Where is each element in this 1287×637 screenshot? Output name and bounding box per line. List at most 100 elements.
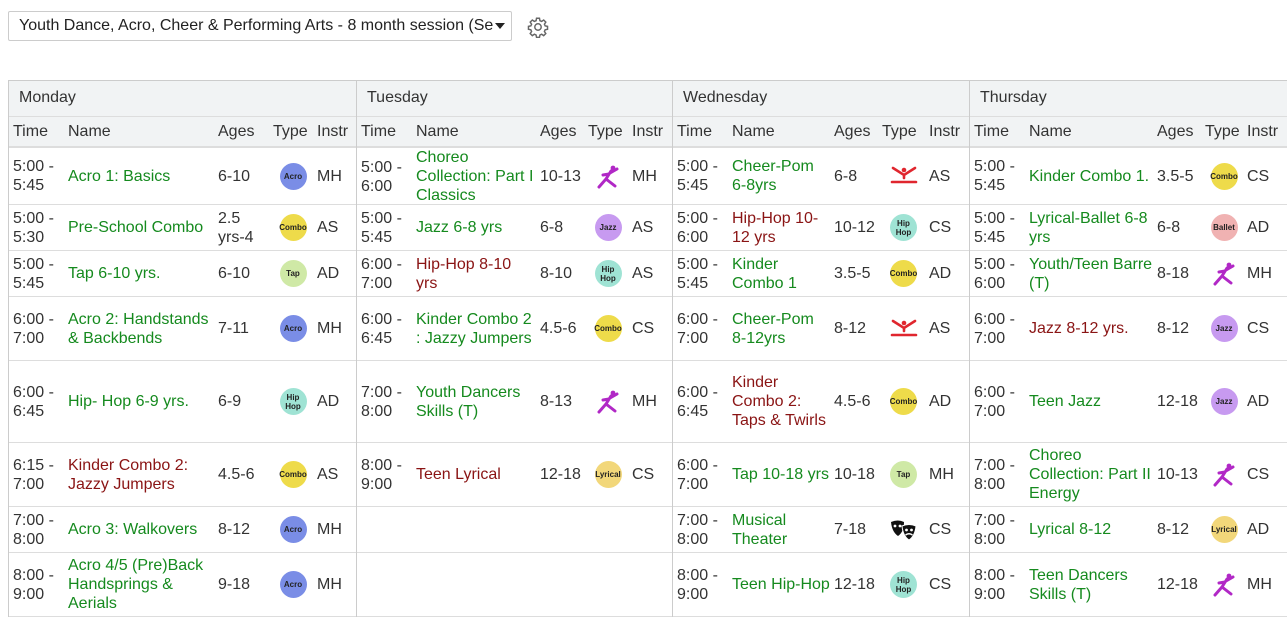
class-instructor: CS [929, 521, 952, 538]
class-ages: 7-18 [834, 521, 867, 538]
class-time: 5:00 - 5:45 [13, 255, 54, 292]
type-badge-combo: Combo [594, 315, 622, 342]
class-name-link[interactable]: Youth Dancers Skills (T) [412, 383, 536, 421]
class-ages: 10-18 [834, 466, 875, 483]
class-name-link[interactable]: Hip-Hop 10-12 yrs [728, 209, 830, 247]
class-ages: 12-18 [1157, 576, 1198, 593]
day-header: Tuesday [357, 80, 672, 116]
class-time: 5:00 - 5:45 [677, 158, 718, 194]
class-name-link[interactable]: Choreo Collection: Part II Energy [1025, 446, 1153, 503]
gear-icon[interactable] [527, 16, 549, 38]
col-name[interactable]: Name [728, 117, 830, 147]
table-row: 6:00 - 7:00 Jazz 8-12 yrs. 8-12 Jazz CS [970, 297, 1287, 361]
class-name-link[interactable]: Hip- Hop 6-9 yrs. [64, 392, 214, 411]
col-type[interactable]: Type [1201, 117, 1243, 147]
type-badge-hiphop: Hip Hop [890, 214, 917, 241]
table-row: 5:00 - 5:45 Acro 1: Basics 6-10 Acro MH [9, 148, 356, 205]
col-instr[interactable]: Instr [313, 117, 356, 147]
class-ages: 10-13 [1157, 466, 1198, 483]
class-name-link[interactable]: Musical Theater [728, 511, 830, 549]
col-time[interactable]: Time [357, 117, 412, 147]
col-type[interactable]: Type [878, 117, 925, 147]
class-name-link[interactable]: Lyrical 8-12 [1025, 520, 1153, 539]
class-name-link[interactable]: Jazz 6-8 yrs [412, 218, 536, 237]
class-name-link[interactable]: Tap 6-10 yrs. [64, 264, 214, 283]
col-ages[interactable]: Ages [1153, 117, 1201, 147]
class-name-link[interactable]: Acro 4/5 (Pre)Back Handsprings & Aerials [64, 556, 214, 613]
col-instr[interactable]: Instr [925, 117, 969, 147]
class-time: 6:00 - 7:00 [974, 310, 1015, 347]
class-name-link[interactable]: Kinder Combo 1 [728, 255, 830, 293]
column-header-row: Time Name Ages Type Instr [357, 116, 672, 148]
col-name[interactable]: Name [1025, 117, 1153, 147]
col-ages[interactable]: Ages [830, 117, 878, 147]
class-name-link[interactable]: Tap 10-18 yrs [728, 465, 830, 484]
class-instructor: MH [929, 466, 954, 483]
col-time[interactable]: Time [9, 117, 64, 147]
class-time: 7:00 - 8:00 [974, 511, 1015, 548]
type-badge-ballet: Ballet [1210, 214, 1238, 241]
col-time[interactable]: Time [673, 117, 728, 147]
class-time: 5:00 - 6:00 [361, 158, 402, 195]
class-name-link[interactable]: Kinder Combo 2: Jazzy Jumpers [64, 456, 214, 494]
class-time: 6:00 - 6:45 [13, 383, 54, 420]
table-row: 6:15 - 7:00 Kinder Combo 2: Jazzy Jumpers… [9, 443, 356, 507]
class-name-link[interactable]: Acro 2: Handstands & Backbends [64, 310, 214, 348]
class-name-link[interactable]: Kinder Combo 2 : Jazzy Jumpers [412, 310, 536, 348]
class-name-link[interactable]: Teen Hip-Hop [728, 575, 830, 594]
class-instructor: CS [632, 466, 655, 483]
class-time: 7:00 - 8:00 [974, 456, 1015, 493]
class-name-link[interactable]: Lyrical-Ballet 6-8 yrs [1025, 209, 1153, 247]
type-badge-combo: Combo [279, 461, 307, 488]
class-instructor: AD [929, 265, 952, 282]
class-instructor: AS [632, 219, 654, 236]
class-name-link[interactable]: Teen Lyrical [412, 465, 536, 484]
class-name-link[interactable]: Cheer-Pom 6-8yrs [728, 157, 830, 195]
class-instructor: AS [317, 219, 339, 236]
class-type: Lyrical [1201, 516, 1243, 543]
col-ages[interactable]: Ages [536, 117, 584, 147]
class-name-link[interactable]: Acro 3: Walkovers [64, 520, 214, 539]
col-ages[interactable]: Ages [214, 117, 269, 147]
class-name-link[interactable]: Teen Jazz [1025, 392, 1153, 411]
col-name[interactable]: Name [64, 117, 214, 147]
class-ages: 4.5-6 [218, 466, 255, 483]
col-time[interactable]: Time [970, 117, 1025, 147]
class-time: 5:00 - 6:00 [974, 255, 1015, 292]
class-type [878, 165, 925, 187]
type-badge-tap: Tap [890, 461, 917, 488]
col-instr[interactable]: Instr [1243, 117, 1287, 147]
class-type [584, 163, 628, 191]
col-type[interactable]: Type [269, 117, 313, 147]
schedule-table: Monday Time Name Ages Type Instr 5:00 - 5:45 Ac… [8, 80, 1287, 617]
day-column-wednesday: Wednesday Time Name Ages Type Instr 5:00 - 5:4… [672, 80, 969, 617]
class-type: Tap [269, 260, 313, 287]
class-name-link[interactable]: Choreo Collection: Part I Classics [412, 148, 536, 205]
class-instructor: AS [632, 265, 654, 282]
class-name-link[interactable]: Youth/Teen Barre (T) [1025, 255, 1153, 293]
class-name-link[interactable]: Pre-School Combo [64, 218, 214, 237]
class-type: Ballet [1201, 214, 1243, 241]
table-row: 5:00 - 5:30 Pre-School Combo 2.5 yrs-4 Comb… [9, 205, 356, 251]
type-badge-hiphop: Hip Hop [890, 571, 917, 598]
class-name-link[interactable]: Jazz 8-12 yrs. [1025, 319, 1153, 338]
class-type: Lyrical [584, 461, 628, 488]
class-time: 6:00 - 7:00 [361, 255, 402, 292]
class-name-link[interactable]: Kinder Combo 1. [1025, 167, 1153, 186]
col-instr[interactable]: Instr [628, 117, 672, 147]
class-ages: 7-11 [218, 320, 249, 337]
col-name[interactable]: Name [412, 117, 536, 147]
class-ages: 12-18 [834, 576, 875, 593]
class-ages: 8-12 [1157, 521, 1190, 538]
session-select[interactable]: Youth Dance, Acro, Cheer & Performing Ar… [8, 11, 512, 41]
class-name-link[interactable]: Acro 1: Basics [64, 167, 214, 186]
type-badge-hiphop: Hip Hop [594, 260, 622, 287]
class-name-link[interactable]: Hip-Hop 8-10 yrs [412, 255, 536, 293]
class-time: 6:00 - 7:00 [677, 456, 718, 493]
dancer-icon [597, 390, 619, 413]
col-type[interactable]: Type [584, 117, 628, 147]
class-name-link[interactable]: Teen Dancers Skills (T) [1025, 566, 1153, 604]
class-name-link[interactable]: Cheer-Pom 8-12yrs [728, 310, 830, 348]
class-name-link[interactable]: Kinder Combo 2: Taps & Twirls [728, 373, 830, 430]
column-header-row: Time Name Ages Type Instr [9, 116, 356, 148]
